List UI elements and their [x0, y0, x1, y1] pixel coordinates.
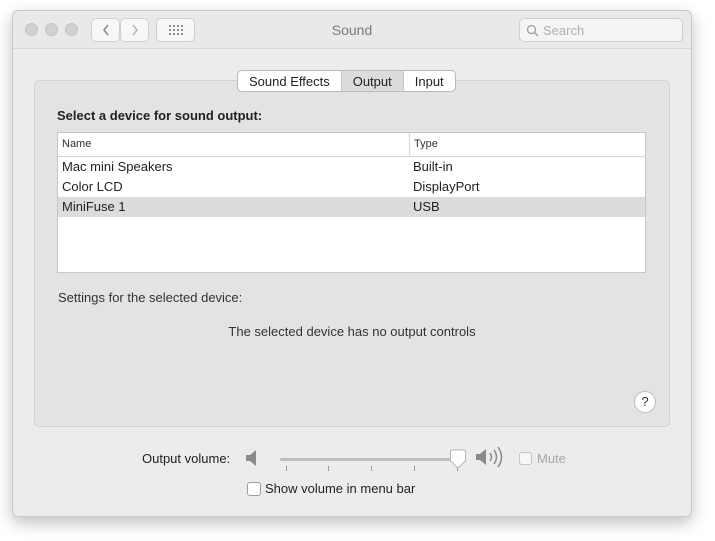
output-volume-slider[interactable] — [280, 458, 458, 461]
help-button[interactable]: ? — [634, 391, 656, 413]
device-type: Built-in — [413, 159, 453, 174]
mute-label: Mute — [537, 451, 566, 466]
output-volume-label: Output volume: — [142, 451, 231, 466]
volume-low-icon — [246, 450, 256, 466]
table-row-selected[interactable]: MiniFuse 1 USB — [58, 197, 645, 217]
device-name: MiniFuse 1 — [62, 199, 126, 214]
column-header-type[interactable]: Type — [414, 138, 438, 150]
device-settings-label: Settings for the selected device: — [58, 290, 243, 305]
device-type: USB — [413, 199, 440, 214]
tab-sound-effects[interactable]: Sound Effects — [238, 71, 342, 91]
volume-slider-ticks — [280, 466, 460, 472]
no-output-controls-message: The selected device has no output contro… — [228, 324, 476, 339]
output-device-heading: Select a device for sound output: — [57, 108, 263, 123]
device-name: Mac mini Speakers — [62, 159, 173, 174]
show-volume-in-menu-bar-label: Show volume in menu bar — [265, 481, 416, 496]
volume-high-icon — [476, 446, 503, 468]
title-bar: Sound Search — [13, 11, 691, 49]
tab-bar: Sound Effects Output Input — [237, 70, 456, 92]
tab-input[interactable]: Input — [404, 71, 455, 91]
search-placeholder: Search — [543, 23, 585, 38]
show-volume-in-menu-bar-checkbox[interactable] — [247, 482, 261, 496]
search-icon — [526, 24, 539, 37]
device-type: DisplayPort — [413, 179, 480, 194]
column-divider — [409, 133, 410, 156]
table-header: Name Type — [58, 133, 645, 157]
mute-checkbox[interactable] — [519, 452, 532, 465]
output-device-table[interactable]: Name Type Mac mini Speakers Built-in Col… — [57, 132, 646, 273]
search-field[interactable]: Search — [519, 18, 683, 42]
column-header-name[interactable]: Name — [62, 138, 91, 150]
device-name: Color LCD — [62, 179, 123, 194]
table-row[interactable]: Color LCD DisplayPort — [58, 177, 645, 197]
tab-output[interactable]: Output — [341, 71, 404, 91]
volume-slider-thumb[interactable] — [449, 449, 467, 469]
table-row[interactable]: Mac mini Speakers Built-in — [58, 157, 645, 177]
sound-preferences-window: Sound Search Sound Effects Output Input … — [12, 10, 692, 517]
